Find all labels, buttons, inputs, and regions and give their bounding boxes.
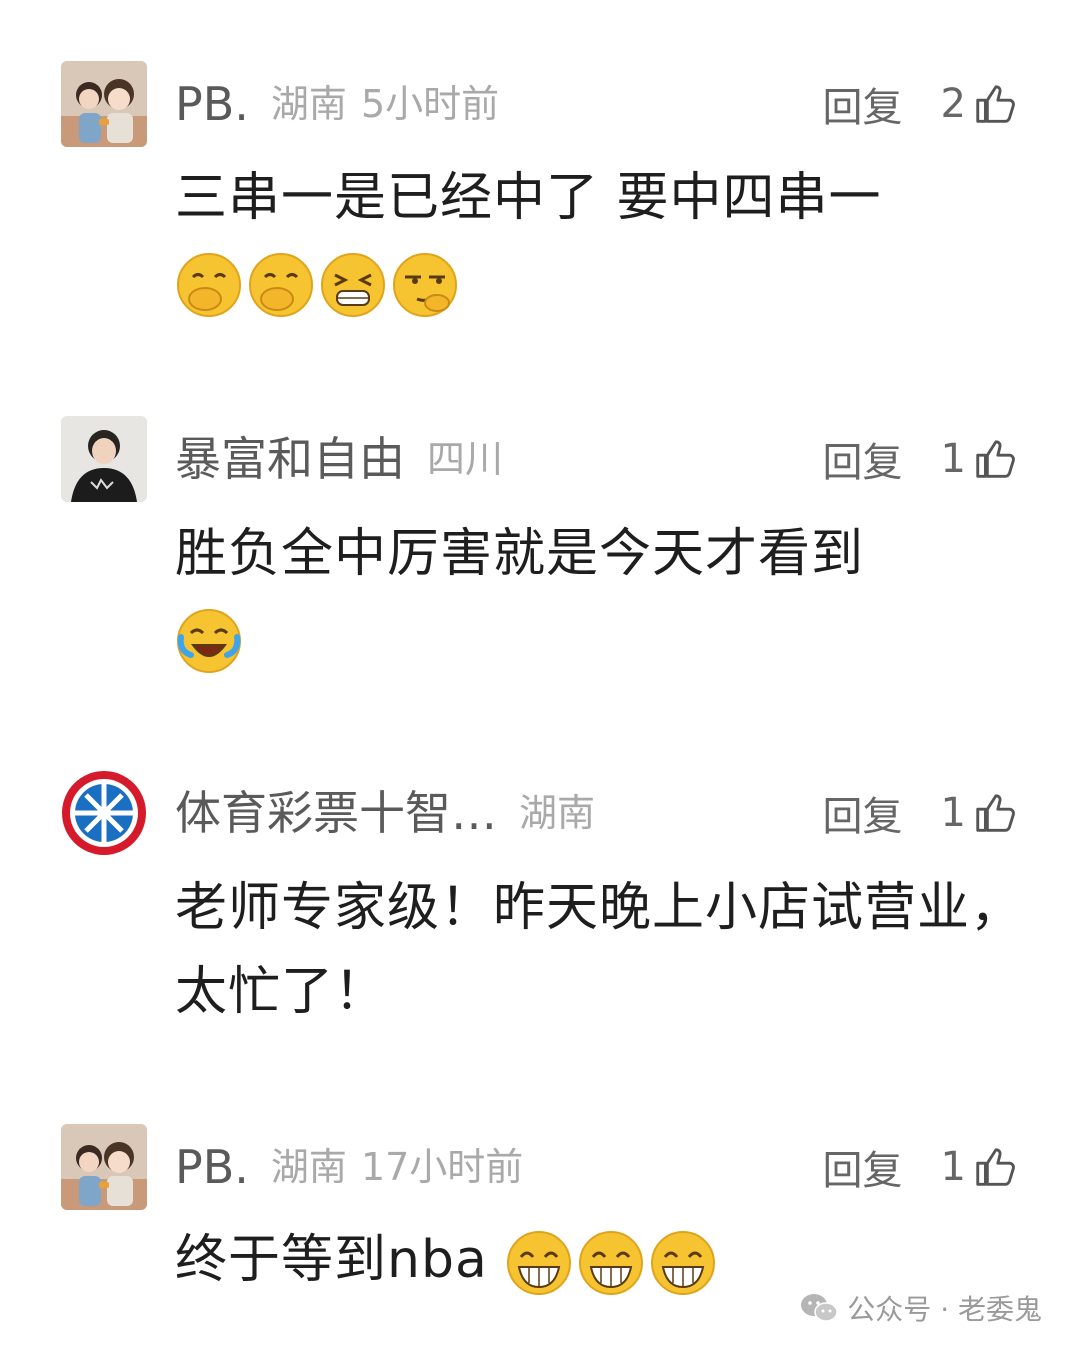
- reply-button[interactable]: 回复: [823, 430, 903, 488]
- person-hoodie-avatar-icon: [61, 416, 147, 502]
- like-count: 2: [940, 81, 966, 127]
- like-count: 1: [940, 790, 966, 836]
- couple-photo-avatar-icon: [61, 61, 147, 147]
- grinning-squint-emoji-icon: [319, 251, 387, 319]
- couple-photo-avatar-icon: [61, 1124, 147, 1210]
- like-count: 1: [940, 436, 966, 482]
- covering-mouth-emoji-icon: [247, 251, 315, 319]
- comment-actions: 回复 1: [823, 1137, 1018, 1197]
- comment-header: 暴富和自由 四川: [175, 429, 503, 489]
- big-grin-emoji-icon: [649, 1229, 717, 1297]
- location-label: 湖南: [270, 82, 347, 126]
- comment-actions: 回复 2: [823, 74, 1018, 134]
- avatar[interactable]: [61, 1124, 147, 1210]
- comment-text: 终于等到nba: [175, 1230, 488, 1290]
- fc-bayern-logo-avatar-icon: [62, 771, 146, 855]
- laughing-crying-emoji-icon: [175, 607, 243, 675]
- comment-text: 三串一是已经中了 要中四串一: [175, 168, 882, 228]
- watermark-text: 公众号 · 老委鬼: [847, 1293, 1042, 1326]
- reply-button[interactable]: 回复: [823, 784, 903, 842]
- location-label: 四川: [427, 437, 504, 481]
- timestamp: 17小时前: [360, 1145, 524, 1189]
- comment-body: 三串一是已经中了 要中四串一: [175, 156, 1035, 324]
- username[interactable]: 体育彩票十智…: [175, 783, 497, 843]
- comment-header: 体育彩票十智… 湖南: [175, 783, 595, 843]
- comment-text: 胜负全中厉害就是今天才看到: [175, 524, 865, 584]
- reply-button[interactable]: 回复: [823, 1138, 903, 1196]
- smirk-emoji-icon: [391, 251, 459, 319]
- wechat-icon: [799, 1291, 847, 1325]
- avatar[interactable]: [61, 770, 147, 856]
- comment-header: PB. 湖南 5小时前: [175, 74, 499, 134]
- username[interactable]: 暴富和自由: [175, 429, 405, 489]
- comment-header: PB. 湖南 17小时前: [175, 1137, 523, 1197]
- watermark: 公众号 · 老委鬼: [799, 1286, 1042, 1330]
- username[interactable]: PB.: [175, 1137, 249, 1197]
- comment-text: 老师专家级！昨天晚上小店试营业，太忙了！: [175, 878, 1024, 1022]
- avatar[interactable]: [61, 61, 147, 147]
- big-grin-emoji-icon: [577, 1229, 645, 1297]
- thumbs-up-icon[interactable]: [972, 436, 1018, 482]
- location-label: 湖南: [270, 1145, 347, 1189]
- emoji-row: [505, 1229, 717, 1297]
- username[interactable]: PB.: [175, 74, 249, 134]
- big-grin-emoji-icon: [505, 1229, 573, 1297]
- thumbs-up-icon[interactable]: [972, 1144, 1018, 1190]
- location-label: 湖南: [519, 791, 596, 835]
- like-count: 1: [940, 1144, 966, 1190]
- thumbs-up-icon[interactable]: [972, 81, 1018, 127]
- comment-body: 老师专家级！昨天晚上小店试营业，太忙了！: [175, 866, 1035, 1034]
- reply-button[interactable]: 回复: [823, 75, 903, 133]
- timestamp: 5小时前: [360, 82, 500, 126]
- comment-actions: 回复 1: [823, 429, 1018, 489]
- thumbs-up-icon[interactable]: [972, 790, 1018, 836]
- avatar[interactable]: [61, 416, 147, 502]
- comment-body: 胜负全中厉害就是今天才看到: [175, 512, 1035, 680]
- emoji-row: [175, 251, 459, 319]
- emoji-row: [175, 607, 243, 675]
- comment-actions: 回复 1: [823, 783, 1018, 843]
- covering-mouth-emoji-icon: [175, 251, 243, 319]
